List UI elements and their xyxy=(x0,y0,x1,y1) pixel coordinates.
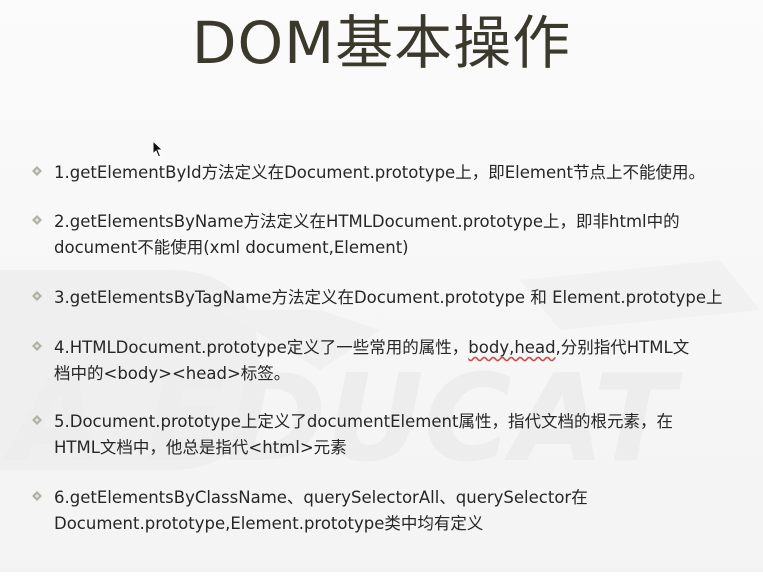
diamond-bullet-icon xyxy=(32,166,42,176)
bullet-text: 1.getElementById方法定义在Document.prototype上… xyxy=(54,160,705,186)
bullet-line: 4.HTMLDocument.prototype定义了一些常用的属性，body,… xyxy=(54,335,689,361)
bullet-line: 1.getElementById方法定义在Document.prototype上… xyxy=(54,163,706,182)
bullet-line: 6.getElementsByClassName、querySelectorAl… xyxy=(54,488,588,507)
mouse-pointer-icon xyxy=(152,139,164,158)
diamond-bullet-icon xyxy=(32,291,42,301)
bullet-text: 2.getElementsByName方法定义在HTMLDocument.pro… xyxy=(54,209,680,261)
bullet-item-4: 4.HTMLDocument.prototype定义了一些常用的属性，body,… xyxy=(32,335,747,387)
slide: A EDUCAT DOM基本操作 1.getElementById方法定义在Do… xyxy=(0,0,763,585)
bullet-line: Document.prototype,Element.prototype类中均有… xyxy=(54,514,484,533)
bullet-item-1: 1.getElementById方法定义在Document.prototype上… xyxy=(32,160,747,186)
bullet-text: 3.getElementsByTagName方法定义在Document.prot… xyxy=(54,285,723,311)
spellcheck-underlined-text: body,head xyxy=(468,338,556,357)
bullet-line: 5.Document.prototype上定义了documentElement属… xyxy=(54,412,673,431)
bullet-text: 4.HTMLDocument.prototype定义了一些常用的属性，body,… xyxy=(54,335,689,387)
bullet-line: 3.getElementsByTagName方法定义在Document.prot… xyxy=(54,288,723,307)
bullet-item-3: 3.getElementsByTagName方法定义在Document.prot… xyxy=(32,285,747,311)
diamond-bullet-icon xyxy=(32,491,42,501)
bullet-item-5: 5.Document.prototype上定义了documentElement属… xyxy=(32,409,747,461)
bullet-line: 2.getElementsByName方法定义在HTMLDocument.pro… xyxy=(54,212,680,231)
bottom-edge xyxy=(0,572,763,585)
bullet-item-6: 6.getElementsByClassName、querySelectorAl… xyxy=(32,485,747,537)
bullet-line-part: ,分别指代HTML文 xyxy=(555,338,690,357)
bullet-text: 5.Document.prototype上定义了documentElement属… xyxy=(54,409,673,461)
bullet-line: 档中的<body><head>标签。 xyxy=(54,364,291,383)
diamond-bullet-icon xyxy=(32,341,42,351)
diamond-bullet-icon xyxy=(32,415,42,425)
slide-title: DOM基本操作 xyxy=(191,9,572,77)
bullet-item-2: 2.getElementsByName方法定义在HTMLDocument.pro… xyxy=(32,209,747,261)
bullet-text: 6.getElementsByClassName、querySelectorAl… xyxy=(54,485,588,537)
bullet-line: HTML文档中，他总是指代<html>元素 xyxy=(54,438,347,457)
bullet-line: document不能使用(xml document,Element) xyxy=(54,238,409,257)
bullet-line-part: 4.HTMLDocument.prototype定义了一些常用的属性， xyxy=(54,338,469,357)
diamond-bullet-icon xyxy=(32,215,42,225)
